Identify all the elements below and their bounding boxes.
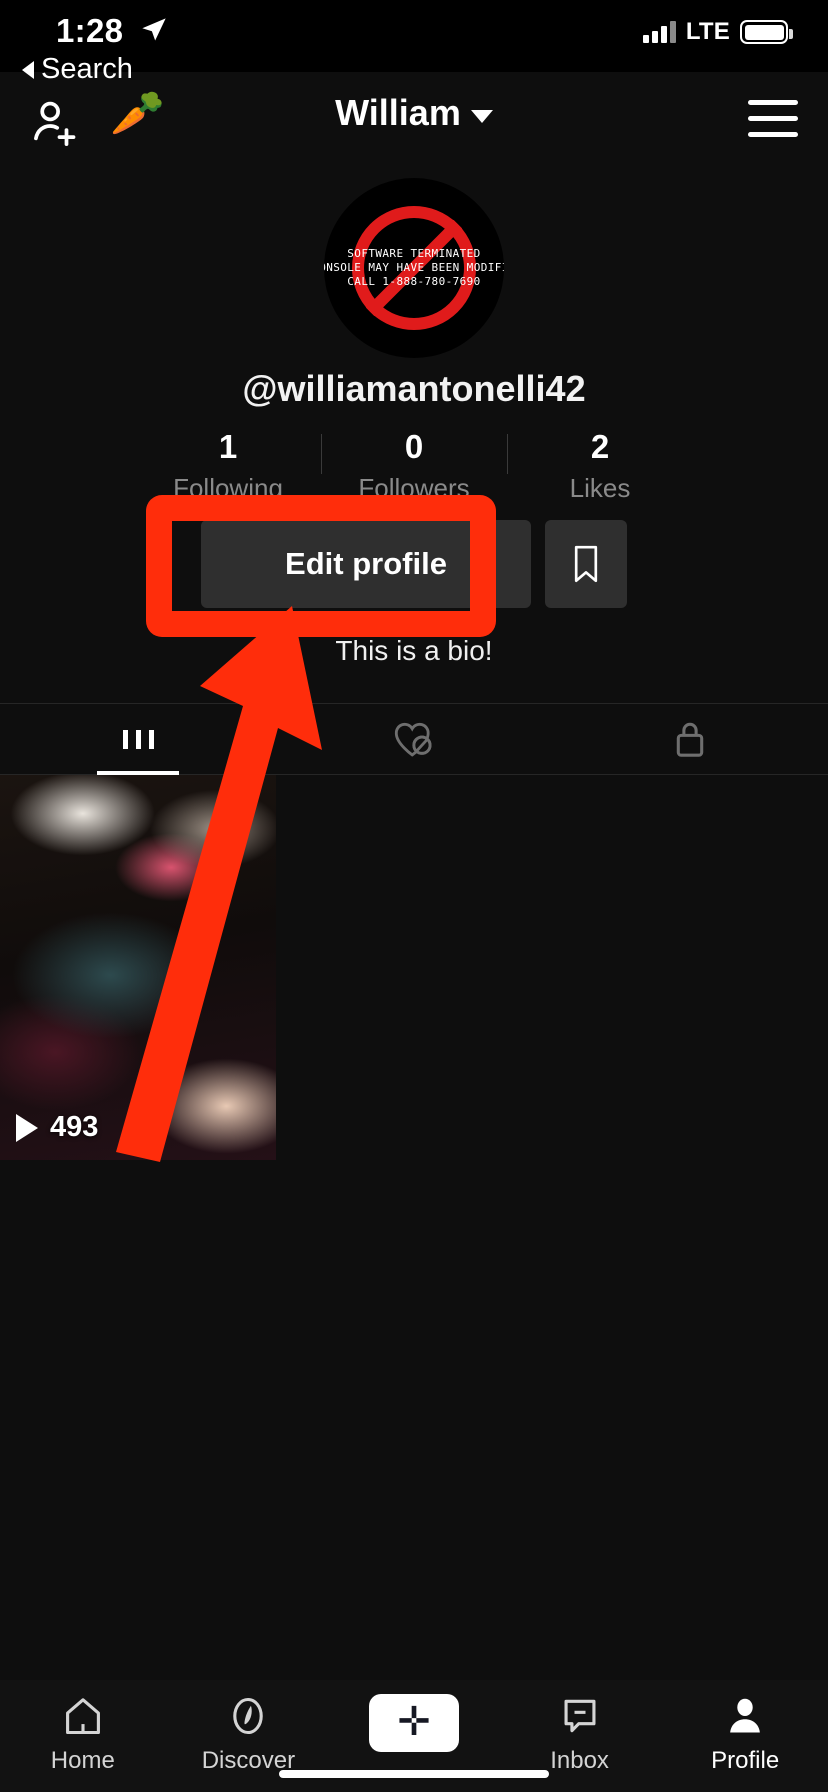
profile-actions: Edit profile [0, 520, 828, 608]
create-plus-icon[interactable]: ✛ [361, 1694, 466, 1752]
stat-following[interactable]: 1 Following [135, 428, 321, 504]
avatar-text-line-1: SOFTWARE TERMINATED [347, 246, 481, 260]
lock-icon [676, 722, 704, 757]
home-icon [65, 1698, 100, 1735]
stat-value: 1 [218, 428, 238, 465]
battery-icon [740, 20, 793, 44]
avatar-text-line-2: CONSOLE MAY HAVE BEEN MODIFIE [324, 260, 504, 274]
tab-private[interactable] [552, 704, 828, 774]
edit-profile-button[interactable]: Edit profile [201, 520, 531, 608]
bottom-nav-label: Home [50, 1747, 115, 1774]
stat-label: Following [173, 472, 283, 503]
signal-bars-icon [642, 21, 676, 43]
bookmark-button[interactable] [545, 520, 627, 608]
home-indicator [279, 1770, 549, 1778]
tiktok-profile-screen: 1:28 LTE Search 🥕 William SOFTWARE TERMI… [0, 0, 828, 1792]
avatar[interactable]: SOFTWARE TERMINATED CONSOLE MAY HAVE BEE… [324, 178, 504, 358]
tab-videos[interactable] [0, 704, 276, 774]
stat-likes[interactable]: 2 Likes [507, 428, 693, 504]
page-title: William [335, 92, 461, 133]
plus-glyph: ✛ [397, 1699, 431, 1744]
status-right-cluster: LTE [642, 18, 793, 46]
bottom-nav-discover[interactable]: Discover [166, 1694, 332, 1775]
inbox-icon [564, 1699, 596, 1733]
profile-stats: 1 Following 0 Followers 2 Likes [0, 428, 828, 504]
tab-liked[interactable] [276, 704, 552, 774]
compass-icon [233, 1697, 264, 1735]
status-time: 1:28 [56, 12, 124, 49]
heart-slash-icon [394, 722, 432, 757]
bottom-nav-create[interactable]: ✛ [331, 1694, 497, 1752]
chevron-down-icon [470, 109, 493, 123]
person-icon [730, 1698, 761, 1733]
grid-icon [122, 729, 154, 749]
video-grid: 493 [0, 775, 828, 1160]
top-nav-bar: 🥕 William [0, 88, 828, 154]
bottom-nav-inbox[interactable]: Inbox [497, 1694, 663, 1775]
avatar-text: SOFTWARE TERMINATED CONSOLE MAY HAVE BEE… [324, 247, 504, 289]
stat-label: Likes [569, 472, 631, 503]
bottom-nav-label: Inbox [550, 1747, 609, 1774]
video-play-count: 493 [16, 1111, 98, 1144]
video-thumbnail-item[interactable]: 493 [0, 775, 276, 1160]
bookmark-icon [574, 545, 598, 583]
profile-tabs [0, 703, 828, 775]
avatar-text-line-3: CALL 1-888-780-7690 [347, 275, 481, 289]
back-label: Search [41, 53, 133, 85]
play-count-value: 493 [50, 1111, 99, 1143]
username: @williamantonelli42 [242, 368, 586, 409]
bottom-nav-home[interactable]: Home [0, 1694, 166, 1775]
bottom-nav-label: Profile [711, 1747, 780, 1774]
stat-label: Followers [358, 472, 470, 503]
avatar-container: SOFTWARE TERMINATED CONSOLE MAY HAVE BEE… [0, 178, 828, 358]
stat-value: 0 [404, 428, 424, 465]
stat-value: 2 [590, 428, 610, 465]
bottom-nav-profile[interactable]: Profile [662, 1694, 828, 1775]
play-icon [16, 1113, 38, 1142]
profile-name-dropdown[interactable]: William [0, 92, 828, 134]
stat-followers[interactable]: 0 Followers [321, 428, 507, 504]
video-thumbnail-image [0, 775, 276, 1160]
location-arrow-icon [142, 18, 166, 41]
carrier-label: LTE [685, 18, 730, 45]
hamburger-menu-icon[interactable] [748, 100, 798, 137]
back-to-search-link[interactable]: Search [22, 53, 133, 86]
back-triangle-icon [22, 60, 34, 79]
profile-bio: This is a bio! [335, 635, 493, 666]
